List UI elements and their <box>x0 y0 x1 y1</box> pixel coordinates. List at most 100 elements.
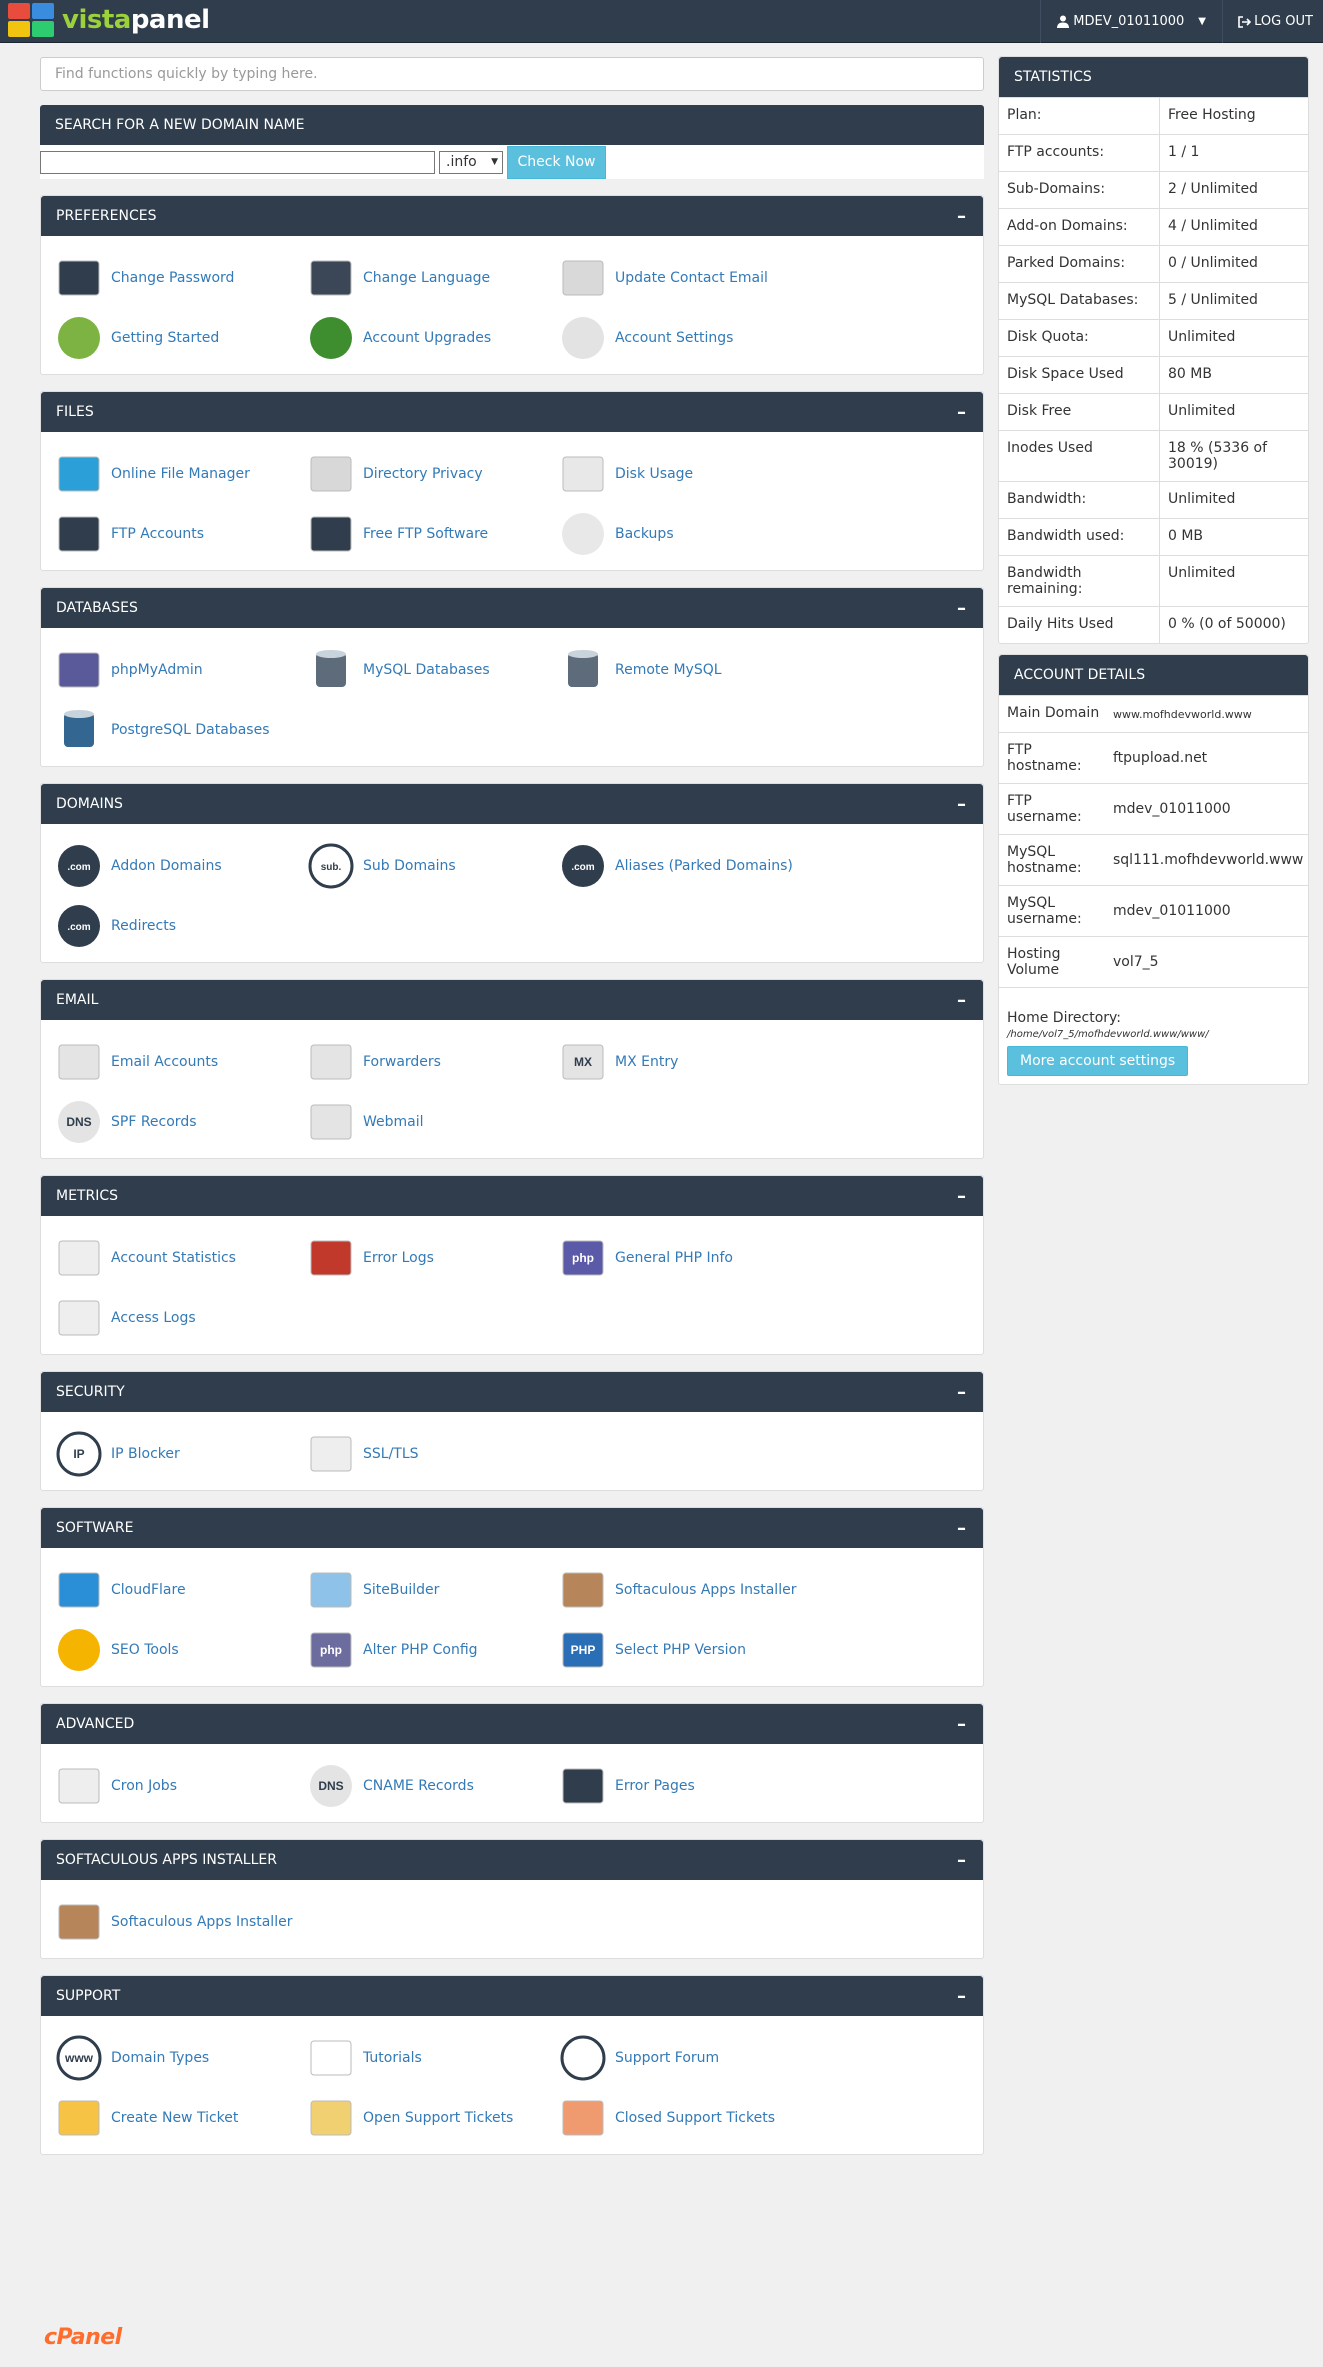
vistapanel-logo[interactable]: vistapanel <box>8 3 210 37</box>
addon-domain-icon: .com <box>55 842 103 890</box>
ftp-truck-icon <box>55 510 103 558</box>
section-header[interactable]: PREFERENCES – <box>41 196 983 236</box>
section-header[interactable]: EMAIL – <box>41 980 983 1020</box>
feature-label: Backups <box>615 526 674 542</box>
user-menu[interactable]: MDEV_01011000 ▼ <box>1040 0 1223 43</box>
section-header[interactable]: FILES – <box>41 392 983 432</box>
feature-link[interactable]: Disk Usage <box>559 444 811 504</box>
feature-link[interactable]: Forwarders <box>307 1032 559 1092</box>
feature-label: Getting Started <box>111 330 220 346</box>
feature-link[interactable]: IP IP Blocker <box>55 1424 307 1484</box>
check-now-button[interactable]: Check Now <box>507 145 606 179</box>
feature-link[interactable]: Online File Manager <box>55 444 307 504</box>
section-header[interactable]: SECURITY – <box>41 1372 983 1412</box>
section-header[interactable]: DOMAINS – <box>41 784 983 824</box>
feature-label: SSL/TLS <box>363 1446 419 1462</box>
feature-link[interactable]: Cron Jobs <box>55 1756 307 1816</box>
feature-link[interactable]: Error Logs <box>307 1228 559 1288</box>
forwarder-icon <box>307 1038 355 1086</box>
feature-link[interactable]: Create New Ticket <box>55 2088 307 2148</box>
section-databases: DATABASES – phpMyAdmin MySQL Databases Remot… <box>40 587 984 767</box>
feature-link[interactable]: Free FTP Software <box>307 504 559 564</box>
feature-link[interactable]: Softaculous Apps Installer <box>559 1560 811 1620</box>
feature-link[interactable]: FTP Accounts <box>55 504 307 564</box>
feature-link[interactable]: php General PHP Info <box>559 1228 811 1288</box>
account-detail-label: MySQL hostname: <box>1007 844 1082 876</box>
section-header[interactable]: SOFTWARE – <box>41 1508 983 1548</box>
top-navbar: vistapanel MDEV_01011000 ▼ LOG OUT <box>0 0 1323 43</box>
collapse-icon[interactable]: – <box>957 206 968 227</box>
sidebar: STATISTICS Plan: Free Hosting FTP accounts… <box>998 56 1309 1095</box>
feature-link[interactable]: Account Statistics <box>55 1228 307 1288</box>
feature-link[interactable]: MySQL Databases <box>307 640 559 700</box>
feature-link[interactable]: Backups <box>559 504 811 564</box>
section-header[interactable]: SOFTACULOUS APPS INSTALLER – <box>41 1840 983 1880</box>
section-header[interactable]: METRICS – <box>41 1176 983 1216</box>
feature-link[interactable]: Account Settings <box>559 308 811 368</box>
domain-name-input[interactable] <box>40 150 435 174</box>
section-header[interactable]: ADVANCED – <box>41 1704 983 1744</box>
feature-link[interactable]: SiteBuilder <box>307 1560 559 1620</box>
collapse-icon[interactable]: – <box>957 1850 968 1871</box>
collapse-icon[interactable]: – <box>957 598 968 619</box>
feature-link[interactable]: Support Forum <box>559 2028 811 2088</box>
statistics-icon <box>55 1234 103 1282</box>
statistic-value: Unlimited <box>1159 482 1308 518</box>
feature-link[interactable]: .com Addon Domains <box>55 836 307 896</box>
tld-select[interactable]: .info ▼ <box>439 150 503 174</box>
feature-label: Error Logs <box>363 1250 434 1266</box>
feature-link[interactable]: Tutorials <box>307 2028 559 2088</box>
feature-link[interactable]: .com Aliases (Parked Domains) <box>559 836 811 896</box>
collapse-icon[interactable]: – <box>957 1714 968 1735</box>
logout-button[interactable]: LOG OUT <box>1237 0 1313 43</box>
feature-link[interactable]: DNS CNAME Records <box>307 1756 559 1816</box>
more-account-settings-button[interactable]: More account settings <box>1007 1046 1189 1076</box>
collapse-icon[interactable]: – <box>957 1186 968 1207</box>
section-header[interactable]: DATABASES – <box>41 588 983 628</box>
home-directory-label: Home Directory: <box>1007 1010 1122 1026</box>
collapse-icon[interactable]: – <box>957 1518 968 1539</box>
feature-link[interactable]: php Alter PHP Config <box>307 1620 559 1680</box>
feature-link[interactable]: Change Language <box>307 248 559 308</box>
redirect-icon: .com <box>55 902 103 950</box>
feature-link[interactable]: Error Pages <box>559 1756 811 1816</box>
collapse-icon[interactable]: – <box>957 402 968 423</box>
section-support: SUPPORT – www Domain Types Tutorials Support … <box>40 1975 984 2155</box>
feature-link[interactable]: Update Contact Email <box>559 248 811 308</box>
feature-link[interactable]: Account Upgrades <box>307 308 559 368</box>
tutorials-icon <box>307 2034 355 2082</box>
feature-link[interactable]: Softaculous Apps Installer <box>55 1892 307 1952</box>
feature-link[interactable]: Access Logs <box>55 1288 307 1348</box>
feature-link[interactable]: CloudFlare <box>55 1560 307 1620</box>
feature-link[interactable]: Directory Privacy <box>307 444 559 504</box>
feature-link[interactable]: Getting Started <box>55 308 307 368</box>
feature-link[interactable]: phpMyAdmin <box>55 640 307 700</box>
section-softaculous-apps-installer: SOFTACULOUS APPS INSTALLER – Softaculous A… <box>40 1839 984 1959</box>
feature-link[interactable]: Email Accounts <box>55 1032 307 1092</box>
feature-link[interactable]: DNS SPF Records <box>55 1092 307 1152</box>
feature-link[interactable]: Open Support Tickets <box>307 2088 559 2148</box>
feature-link[interactable]: SEO Tools <box>55 1620 307 1680</box>
collapse-icon[interactable]: – <box>957 1986 968 2007</box>
quick-search-input[interactable]: Find functions quickly by typing here. <box>40 57 984 91</box>
feature-link[interactable]: .com Redirects <box>55 896 307 956</box>
softaculous-icon <box>55 1898 103 1946</box>
feature-link[interactable]: sub. Sub Domains <box>307 836 559 896</box>
feature-link[interactable]: Remote MySQL <box>559 640 811 700</box>
feature-link[interactable]: PHP Select PHP Version <box>559 1620 811 1680</box>
feature-link[interactable]: SSL/TLS <box>307 1424 559 1484</box>
feature-label: FTP Accounts <box>111 526 205 542</box>
feature-link[interactable]: Change Password <box>55 248 307 308</box>
collapse-icon[interactable]: – <box>957 990 968 1011</box>
section-header[interactable]: SUPPORT – <box>41 1976 983 2016</box>
feature-label: Access Logs <box>111 1310 196 1326</box>
feature-link[interactable]: Closed Support Tickets <box>559 2088 811 2148</box>
feature-link[interactable]: MX MX Entry <box>559 1032 811 1092</box>
feature-link[interactable]: PostgreSQL Databases <box>55 700 307 760</box>
logo-text-vista: vista <box>62 5 131 35</box>
feature-link[interactable]: Webmail <box>307 1092 559 1152</box>
feature-label: Directory Privacy <box>363 466 483 482</box>
feature-link[interactable]: www Domain Types <box>55 2028 307 2088</box>
collapse-icon[interactable]: – <box>957 794 968 815</box>
collapse-icon[interactable]: – <box>957 1382 968 1403</box>
